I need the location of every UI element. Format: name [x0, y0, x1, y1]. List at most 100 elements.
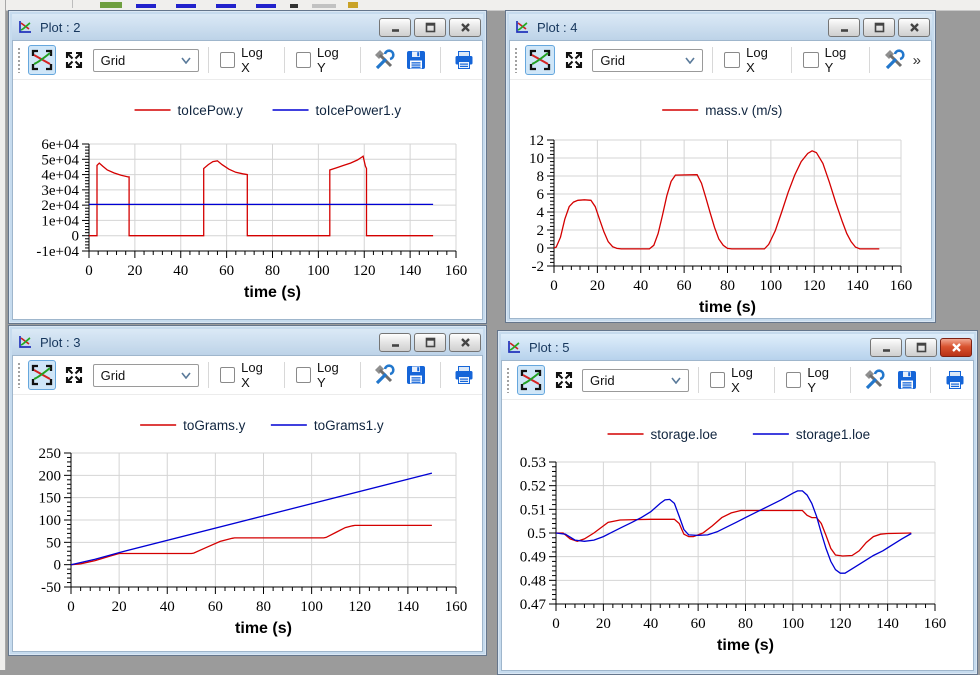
fit-in-view-button[interactable]: [60, 45, 88, 75]
toolbar-separator: [72, 0, 73, 8]
log-y-checkbox[interactable]: Log Y: [784, 365, 841, 395]
save-button[interactable]: [402, 360, 430, 390]
toolbar-separator: [208, 47, 209, 73]
titlebar[interactable]: Plot : 5: [501, 334, 974, 360]
plot-canvas[interactable]: 020406080100120140160121086420-2time (s)…: [510, 80, 931, 318]
titlebar[interactable]: Plot : 3: [12, 329, 483, 355]
maximize-button[interactable]: [905, 338, 937, 357]
close-button[interactable]: [898, 18, 930, 37]
svg-text:6: 6: [537, 187, 545, 203]
svg-text:0: 0: [85, 263, 93, 279]
grid-select[interactable]: Grid: [592, 49, 703, 72]
minimize-button[interactable]: [828, 18, 860, 37]
svg-text:100: 100: [39, 513, 62, 529]
auto-scale-button[interactable]: [517, 365, 546, 395]
svg-text:40: 40: [633, 278, 648, 294]
plot-toolbar: Grid Log X Log Y: [502, 361, 973, 400]
fit-in-view-button[interactable]: [549, 365, 578, 395]
minimize-button[interactable]: [379, 333, 411, 352]
close-button[interactable]: [940, 338, 972, 357]
auto-scale-button[interactable]: [28, 45, 56, 75]
svg-text:1e+04: 1e+04: [41, 213, 79, 229]
checkbox-box[interactable]: [724, 52, 740, 68]
checkbox-box[interactable]: [220, 52, 235, 68]
maximize-button[interactable]: [863, 18, 895, 37]
log-x-checkbox[interactable]: Log X: [722, 45, 781, 75]
toolbar-overflow-button[interactable]: »: [913, 52, 921, 69]
log-y-checkbox[interactable]: Log Y: [294, 45, 351, 75]
svg-text:60: 60: [691, 616, 706, 632]
svg-text:10: 10: [529, 151, 544, 167]
maximize-button[interactable]: [414, 18, 446, 37]
legend-label: toGrams.y: [183, 418, 246, 433]
toolbar-separator: [869, 47, 870, 73]
log-y-label: Log Y: [807, 365, 839, 395]
save-icon: [404, 363, 428, 387]
toolbar-separator: [791, 47, 792, 73]
toolbar-icon-stub: [176, 4, 196, 8]
checkbox-box[interactable]: [710, 372, 725, 388]
series-storage1.loe: [556, 491, 911, 573]
svg-text:12: 12: [529, 133, 544, 149]
fit-in-view-button[interactable]: [60, 360, 88, 390]
plot-canvas[interactable]: 0204060801001201401600.530.520.510.50.49…: [502, 400, 973, 670]
print-button[interactable]: [450, 45, 478, 75]
toolbar-grip[interactable]: [506, 367, 511, 393]
window-title: Plot : 4: [537, 20, 828, 35]
checkbox-box[interactable]: [296, 52, 311, 68]
auto-scale-button[interactable]: [28, 360, 56, 390]
minimize-button[interactable]: [379, 18, 411, 37]
checkbox-box[interactable]: [803, 52, 819, 68]
log-y-checkbox[interactable]: Log Y: [801, 45, 860, 75]
svg-text:50: 50: [46, 535, 61, 551]
titlebar[interactable]: Plot : 2: [12, 14, 483, 40]
setup-button[interactable]: [370, 45, 398, 75]
svg-text:-50: -50: [41, 580, 61, 596]
plot-canvas[interactable]: 0204060801001201401606e+045e+044e+043e+0…: [13, 80, 482, 319]
legend-label: toGrams1.y: [314, 418, 384, 433]
save-button[interactable]: [893, 365, 922, 395]
toolbar-grip[interactable]: [17, 47, 22, 73]
toolbar-separator: [284, 362, 285, 388]
plot-window-icon: [505, 339, 523, 355]
plot-canvas[interactable]: 020406080100120140160250200150100500-50t…: [13, 395, 482, 651]
plot-window-icon: [513, 19, 531, 35]
svg-text:0.47: 0.47: [520, 597, 547, 613]
wrench-icon: [372, 363, 396, 387]
checkbox-box[interactable]: [296, 367, 311, 383]
log-y-checkbox[interactable]: Log Y: [294, 360, 351, 390]
toolbar-icon-stub: [136, 4, 156, 8]
grid-select[interactable]: Grid: [93, 364, 199, 387]
log-x-checkbox[interactable]: Log X: [218, 45, 275, 75]
save-button[interactable]: [402, 45, 430, 75]
print-button[interactable]: [450, 360, 478, 390]
grid-select[interactable]: Grid: [582, 369, 689, 392]
titlebar[interactable]: Plot : 4: [509, 14, 932, 40]
close-button[interactable]: [449, 333, 481, 352]
setup-button[interactable]: [370, 360, 398, 390]
plot-toolbar: Grid Log X Log Y: [13, 356, 482, 395]
toolbar-grip[interactable]: [17, 362, 22, 388]
log-x-checkbox[interactable]: Log X: [218, 360, 275, 390]
maximize-button[interactable]: [414, 333, 446, 352]
grid-select[interactable]: Grid: [93, 49, 199, 72]
checkbox-box[interactable]: [786, 372, 801, 388]
setup-button[interactable]: [879, 45, 909, 75]
log-x-checkbox[interactable]: Log X: [708, 365, 765, 395]
svg-text:40: 40: [173, 263, 188, 279]
close-button[interactable]: [449, 18, 481, 37]
chevron-down-icon: [685, 57, 695, 64]
auto-scale-button[interactable]: [525, 45, 555, 75]
svg-text:160: 160: [445, 263, 468, 279]
series-mass.v (m/s): [554, 151, 879, 249]
fit-in-view-button[interactable]: [559, 45, 589, 75]
svg-text:160: 160: [924, 616, 947, 632]
chart-svg: 020406080100120140160250200150100500-50t…: [13, 395, 482, 651]
minimize-button[interactable]: [870, 338, 902, 357]
print-button[interactable]: [940, 365, 969, 395]
toolbar-grip[interactable]: [514, 47, 519, 73]
toolbar-icon-stub: [290, 4, 298, 8]
setup-button[interactable]: [860, 365, 889, 395]
svg-text:0: 0: [67, 599, 75, 615]
checkbox-box[interactable]: [220, 367, 235, 383]
